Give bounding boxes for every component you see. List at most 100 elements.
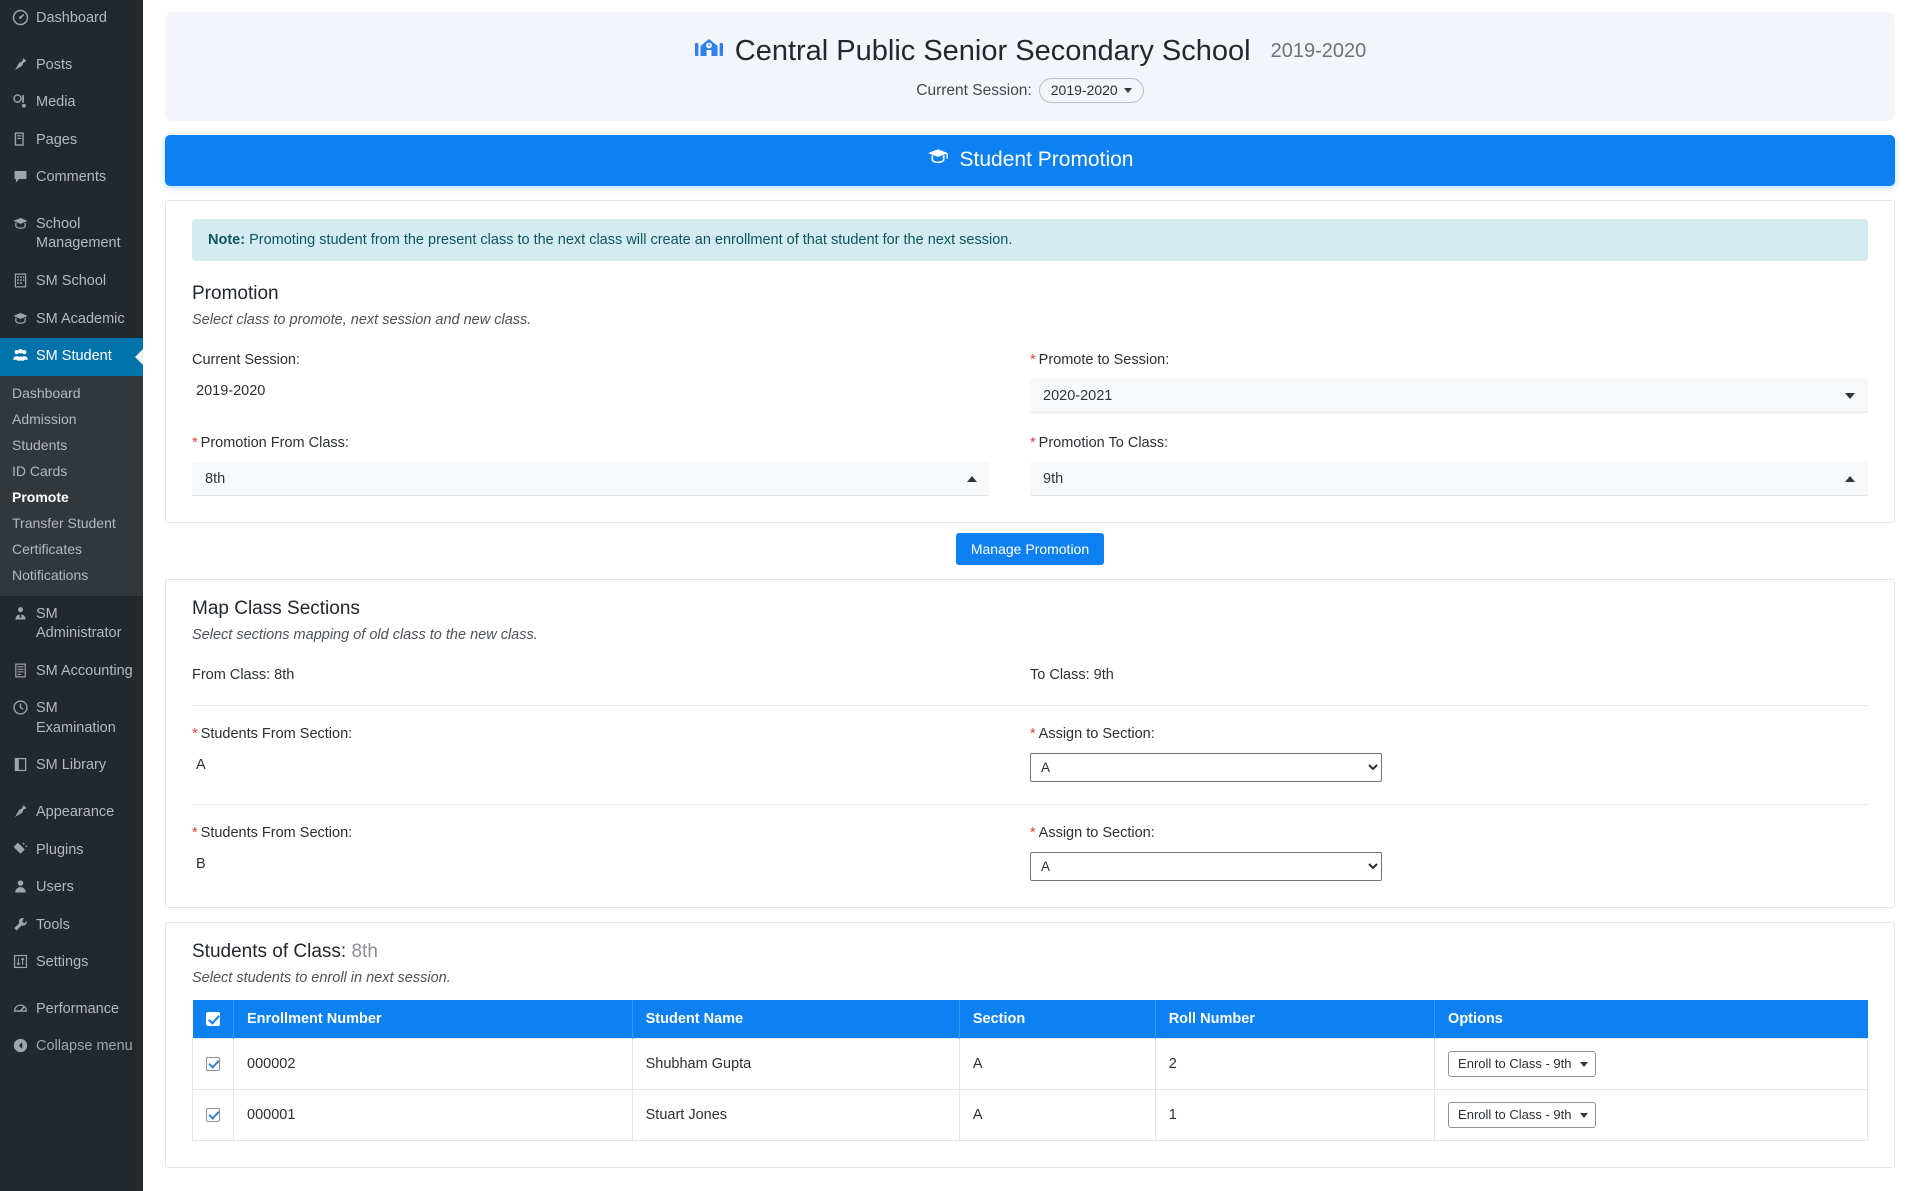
submenu-item-promote[interactable]: Promote (0, 484, 143, 510)
menu-separator (0, 38, 143, 47)
promotion-to-class-select[interactable]: 9th (1030, 462, 1868, 496)
assign-to-section-group: * Assign to Section: A (1030, 726, 1868, 782)
admin-user-icon (12, 605, 36, 622)
sidebar-item-dashboard[interactable]: Dashboard (0, 0, 143, 38)
select-all-header[interactable] (192, 1000, 234, 1039)
sidebar-item-media[interactable]: Media (0, 84, 143, 122)
sidebar-item-label: Plugins (36, 841, 84, 858)
assign-to-section-label: * Assign to Section: (1030, 825, 1868, 841)
graduation-cap-icon (12, 215, 36, 232)
column-enrollment-number: Enrollment Number (233, 1000, 633, 1039)
assign-to-section-label-text: Assign to Section: (1038, 825, 1155, 841)
sidebar-item-sm-school[interactable]: SM School (0, 263, 143, 301)
required-asterisk: * (192, 726, 198, 742)
required-asterisk: * (1030, 726, 1036, 742)
sidebar-item-tools[interactable]: Tools (0, 907, 143, 945)
map-sections-subtitle: Select sections mapping of old class to … (192, 627, 538, 643)
divider (192, 804, 1868, 805)
sidebar-item-settings[interactable]: Settings (0, 944, 143, 982)
select-all-checkbox[interactable] (205, 1012, 220, 1027)
current-session-group: Current Session: 2019-2020 (192, 352, 1030, 413)
submenu-item-notifications[interactable]: Notifications (0, 562, 143, 588)
paintbrush-icon (12, 803, 36, 820)
chevron-down-icon (1123, 88, 1132, 93)
cell-options: Enroll to Class - 9th (1434, 1038, 1868, 1090)
submenu-item-students[interactable]: Students (0, 432, 143, 458)
banner-title: Student Promotion (959, 148, 1134, 171)
note-prefix: Note: (208, 232, 246, 248)
students-table-body: 000002 Shubham Gupta A 2 Enroll to Class… (192, 1038, 1868, 1141)
users-group-icon (12, 347, 36, 364)
promotion-from-class-select[interactable]: 8th (192, 462, 990, 496)
sidebar-item-label: Comments (36, 169, 107, 186)
sidebar-item-sm-accounting[interactable]: SM Accounting (0, 653, 143, 691)
clock-icon (12, 699, 36, 716)
sidebar-item-label: SM Student (36, 348, 112, 365)
assign-to-section-select[interactable]: A (1030, 852, 1382, 881)
school-name: Central Public Senior Secondary School (734, 35, 1251, 67)
promote-to-session-select[interactable]: 2020-2021 (1030, 379, 1868, 413)
row-checkbox[interactable] (206, 1057, 220, 1072)
row-select-cell[interactable] (192, 1038, 234, 1090)
sidebar-item-sm-academic[interactable]: SM Academic (0, 301, 143, 339)
cell-options: Enroll to Class - 9th (1434, 1089, 1868, 1141)
sidebar-item-sm-library[interactable]: SM Library (0, 747, 143, 785)
school-title-row: Central Public Senior Secondary School 2… (175, 34, 1885, 69)
sidebar-item-sm-student[interactable]: SM Student (0, 338, 143, 376)
cell-student-name: Stuart Jones (631, 1089, 960, 1141)
sidebar-item-comments[interactable]: Comments (0, 159, 143, 197)
submenu-item-certificates[interactable]: Certificates (0, 536, 143, 562)
sidebar-item-users[interactable]: Users (0, 869, 143, 907)
submenu-item-admission[interactable]: Admission (0, 406, 143, 432)
sidebar-item-label: Tools (36, 916, 70, 933)
students-from-section-label: * Students From Section: (192, 726, 990, 742)
sliders-icon (12, 953, 36, 970)
assign-to-section-label-text: Assign to Section: (1038, 726, 1155, 742)
sidebar-item-plugins[interactable]: Plugins (0, 832, 143, 870)
students-from-section-value: A (196, 757, 206, 773)
enroll-to-class-value: Enroll to Class - 9th (1458, 1056, 1572, 1071)
current-session-value: 2019-2020 (196, 383, 266, 399)
sidebar-item-sm-examination[interactable]: SM Examination (0, 690, 143, 747)
sidebar-item-label: SM Examination (36, 700, 116, 736)
sidebar-item-label: Pages (36, 131, 78, 148)
promotion-to-class-label-text: Promotion To Class: (1038, 435, 1169, 451)
sidebar-item-collapse-menu[interactable]: Collapse menu (0, 1028, 143, 1066)
submenu-item-dashboard[interactable]: Dashboard (0, 380, 143, 406)
manage-promotion-button[interactable]: Manage Promotion (955, 533, 1105, 565)
sidebar-item-sm-administrator[interactable]: SM Administrator (0, 596, 143, 653)
promote-to-session-value: 2020-2021 (1043, 387, 1113, 404)
row-checkbox[interactable] (206, 1108, 220, 1123)
cell-roll-number: 1 (1154, 1089, 1436, 1141)
submenu-item-id-cards[interactable]: ID Cards (0, 458, 143, 484)
row-select-cell[interactable] (192, 1089, 234, 1141)
assign-to-section-select[interactable]: A (1030, 753, 1382, 782)
submenu-item-transfer-student[interactable]: Transfer Student (0, 510, 143, 536)
note-alert: Note: Promoting student from the present… (192, 219, 1868, 261)
sidebar-item-label: SM Academic (36, 310, 125, 327)
sidebar-item-posts[interactable]: Posts (0, 47, 143, 85)
cell-enrollment-number: 000002 (233, 1038, 633, 1090)
section-map-row: * Students From Section: A * Assign to Sec… (192, 726, 1868, 782)
sidebar-item-performance[interactable]: Performance (0, 991, 143, 1029)
sidebar-item-label: Users (36, 879, 74, 896)
enroll-to-class-select[interactable]: Enroll to Class - 9th (1448, 1102, 1597, 1128)
sidebar-item-school-management[interactable]: School Management (0, 206, 143, 263)
session-select-pill[interactable]: 2019-2020 (1038, 78, 1144, 103)
sidebar-item-label: Media (36, 94, 76, 111)
cell-student-name: Shubham Gupta (631, 1038, 960, 1090)
sidebar-item-appearance[interactable]: Appearance (0, 794, 143, 832)
students-of-class-card: Students of Class: 8th Select students t… (165, 922, 1895, 1168)
manage-promotion-row: Manage Promotion (165, 533, 1895, 565)
students-from-section-group: * Students From Section: A (192, 726, 1030, 782)
sidebar-item-label: Settings (36, 954, 89, 971)
students-subtitle: Select students to enroll in next sessio… (192, 970, 451, 986)
current-session-label: Current Session: (916, 81, 1032, 99)
from-class-label: From Class: 8th (192, 667, 295, 683)
sidebar-item-pages[interactable]: Pages (0, 122, 143, 160)
wrench-icon (12, 916, 36, 933)
sidebar-item-label: SM School (36, 272, 107, 289)
enroll-to-class-select[interactable]: Enroll to Class - 9th (1448, 1051, 1597, 1077)
students-table-head: Enrollment Number Student Name Section R… (192, 1000, 1868, 1039)
assign-to-section-group: * Assign to Section: A (1030, 825, 1868, 881)
